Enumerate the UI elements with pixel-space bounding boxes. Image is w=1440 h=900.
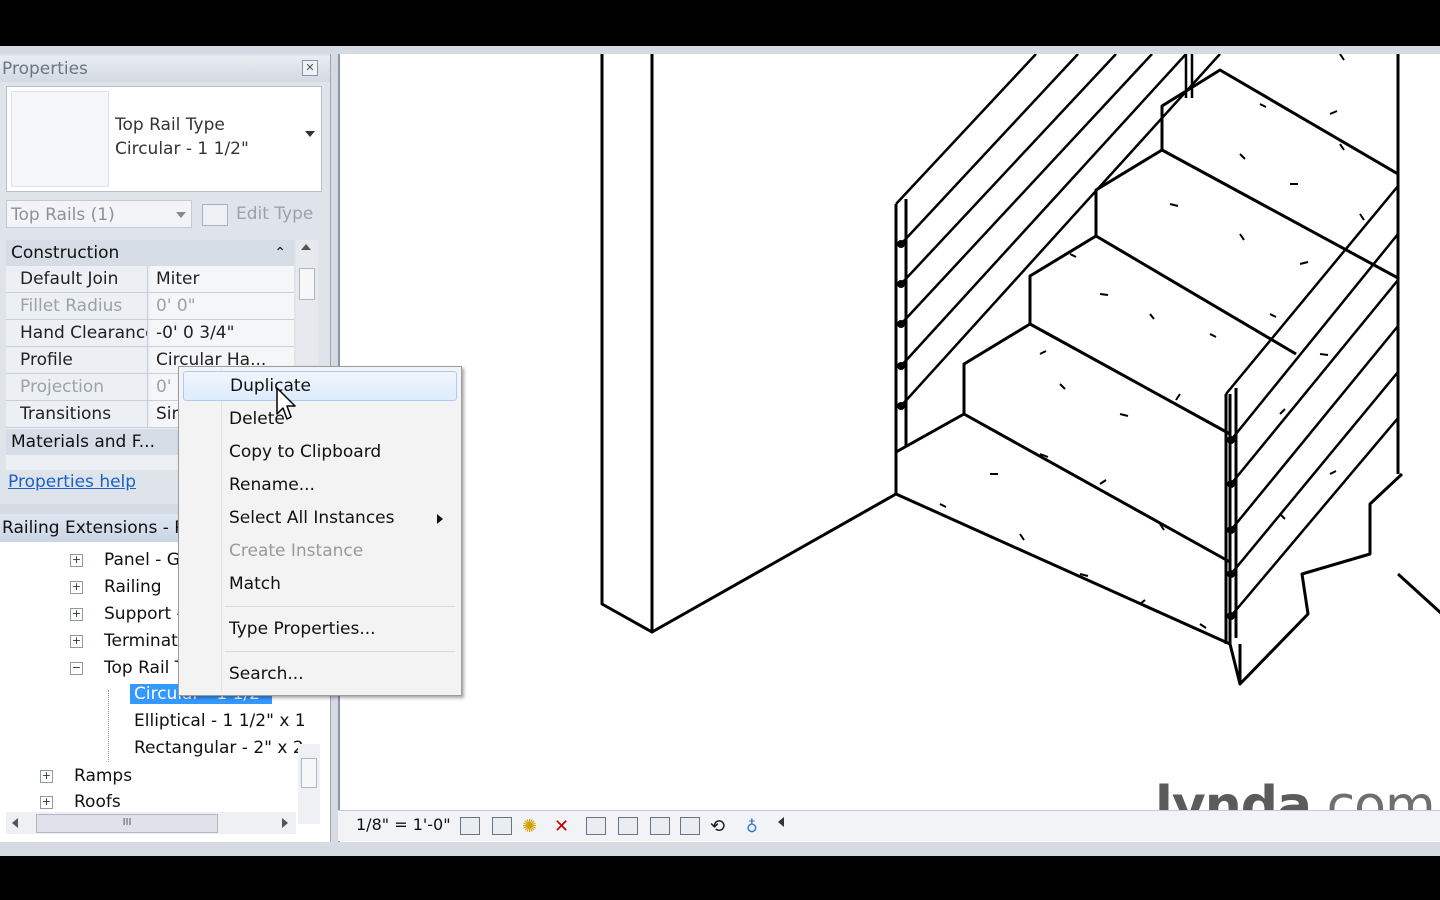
close-icon[interactable]: ✕ xyxy=(302,60,318,76)
property-key: Default Join xyxy=(6,266,148,292)
menu-item-label: Select All Instances xyxy=(229,508,395,528)
tree-item[interactable]: Elliptical - 1 1/2" x 1 xyxy=(134,709,306,733)
show-crop-region-icon[interactable] xyxy=(618,817,638,835)
menu-item-type-properties[interactable]: Type Properties... xyxy=(183,614,457,644)
submenu-arrow-icon xyxy=(437,514,443,524)
collapse-icon[interactable]: − xyxy=(70,662,83,675)
menu-item-create-instance: Create Instance xyxy=(229,541,364,561)
properties-help-link[interactable]: Properties help xyxy=(8,472,136,492)
menu-item-rename[interactable]: Rename... xyxy=(183,470,457,500)
instance-filter-select[interactable]: Top Rails (1) xyxy=(6,200,192,228)
tree-item-label: Support - xyxy=(104,604,183,624)
type-family: Top Rail Type xyxy=(115,115,225,135)
expand-icon[interactable]: + xyxy=(40,770,53,783)
menu-separator xyxy=(225,606,455,607)
property-key: Hand Clearance xyxy=(6,320,148,346)
tree-item-label: Terminati xyxy=(104,631,183,651)
property-value[interactable]: -0' 0 3/4" xyxy=(150,320,294,346)
drawing-canvas[interactable] xyxy=(338,53,1440,854)
analytical-model-icon[interactable]: ♁ xyxy=(746,813,758,841)
menu-separator xyxy=(225,651,455,652)
temporary-hide-icon[interactable] xyxy=(680,817,700,835)
menu-item-match[interactable]: Match xyxy=(183,569,457,599)
edit-type-label: Edit Type xyxy=(236,204,314,224)
view-control-bar: 1/8" = 1'-0" ✺ ✕ ⟲ ♁ xyxy=(338,810,1440,841)
tree-item-label: Elliptical - 1 1/2" x 1 xyxy=(134,711,306,731)
menu-item-copy-to-clipboard[interactable]: Copy to Clipboard xyxy=(183,437,457,467)
property-row[interactable]: Fillet Radius 0' 0" xyxy=(6,293,294,320)
property-row[interactable]: Default Join Miter xyxy=(6,266,294,293)
group-label: Construction xyxy=(11,243,120,263)
menu-item-select-all-instances[interactable]: Select All Instances xyxy=(183,503,457,533)
view-scale[interactable]: 1/8" = 1'-0" xyxy=(356,811,451,839)
scroll-thumb[interactable] xyxy=(301,758,317,788)
collapse-icon[interactable]: ⌃ xyxy=(274,240,286,266)
stair-3d-view xyxy=(600,53,1440,686)
chevron-down-icon[interactable] xyxy=(305,131,315,137)
context-menu: Duplicate Delete Copy to Clipboard Renam… xyxy=(178,366,462,696)
edit-type-button[interactable]: Edit Type xyxy=(202,200,316,228)
tree-item-label: Rectangular - 2" x 2 xyxy=(134,738,304,758)
property-row[interactable]: Hand Clearance -0' 0 3/4" xyxy=(6,320,294,347)
property-value[interactable]: 0' 0" xyxy=(150,293,294,319)
expand-icon[interactable]: + xyxy=(70,554,83,567)
visual-style-icon[interactable] xyxy=(492,817,512,835)
tree-item-label: Top Rail T xyxy=(104,658,186,678)
expand-icon[interactable]: + xyxy=(40,796,53,809)
edit-type-icon xyxy=(202,204,228,226)
crop-view-icon[interactable] xyxy=(586,817,606,835)
tree-item-label: Ramps xyxy=(74,766,133,786)
menu-item-duplicate[interactable]: Duplicate xyxy=(183,371,457,401)
tree-item-label: Panel - G xyxy=(104,550,180,570)
reveal-hidden-icon[interactable]: ⟲ xyxy=(710,813,725,841)
property-key: Profile xyxy=(6,347,148,373)
unlock-3d-view-icon[interactable] xyxy=(650,817,670,835)
sun-path-icon[interactable]: ✺ xyxy=(522,813,537,841)
expand-icon[interactable]: + xyxy=(70,635,83,648)
expand-icon[interactable]: + xyxy=(70,581,83,594)
type-selector[interactable]: Top Rail Type Circular - 1 1/2" xyxy=(6,86,322,192)
browser-vertical-scrollbar[interactable] xyxy=(298,744,320,824)
property-key: Projection xyxy=(6,374,148,400)
scroll-up-icon[interactable] xyxy=(301,244,311,250)
shadows-icon[interactable]: ✕ xyxy=(554,813,569,841)
properties-title: Properties xyxy=(0,56,330,82)
group-label: Materials and F... xyxy=(11,432,155,452)
mouse-pointer-icon xyxy=(276,387,296,420)
scroll-thumb[interactable]: III xyxy=(36,814,218,833)
type-preview-image xyxy=(11,91,109,187)
scroll-left-icon[interactable] xyxy=(778,817,784,827)
menu-item-delete[interactable]: Delete xyxy=(183,404,457,434)
chevron-down-icon[interactable] xyxy=(176,212,186,218)
tree-item-label: Railing xyxy=(104,577,162,597)
detail-level-icon[interactable] xyxy=(460,817,480,835)
property-value[interactable]: Miter xyxy=(150,266,294,292)
tree-item[interactable]: Rectangular - 2" x 2 xyxy=(134,736,304,760)
status-bar xyxy=(0,842,1440,856)
property-key: Fillet Radius xyxy=(6,293,148,319)
scroll-right-icon[interactable] xyxy=(282,818,288,828)
menu-item-search[interactable]: Search... xyxy=(183,659,457,689)
expand-icon[interactable]: + xyxy=(70,608,83,621)
tree-item-label: Roofs xyxy=(74,792,121,812)
type-name: Circular - 1 1/2" xyxy=(115,139,249,159)
tree-guide xyxy=(108,690,110,762)
property-key: Transitions xyxy=(6,401,148,427)
scroll-left-icon[interactable] xyxy=(12,818,18,828)
browser-horizontal-scrollbar[interactable]: III xyxy=(6,812,296,834)
group-construction[interactable]: Construction ⌃ xyxy=(6,240,294,266)
scroll-thumb[interactable] xyxy=(299,268,315,300)
